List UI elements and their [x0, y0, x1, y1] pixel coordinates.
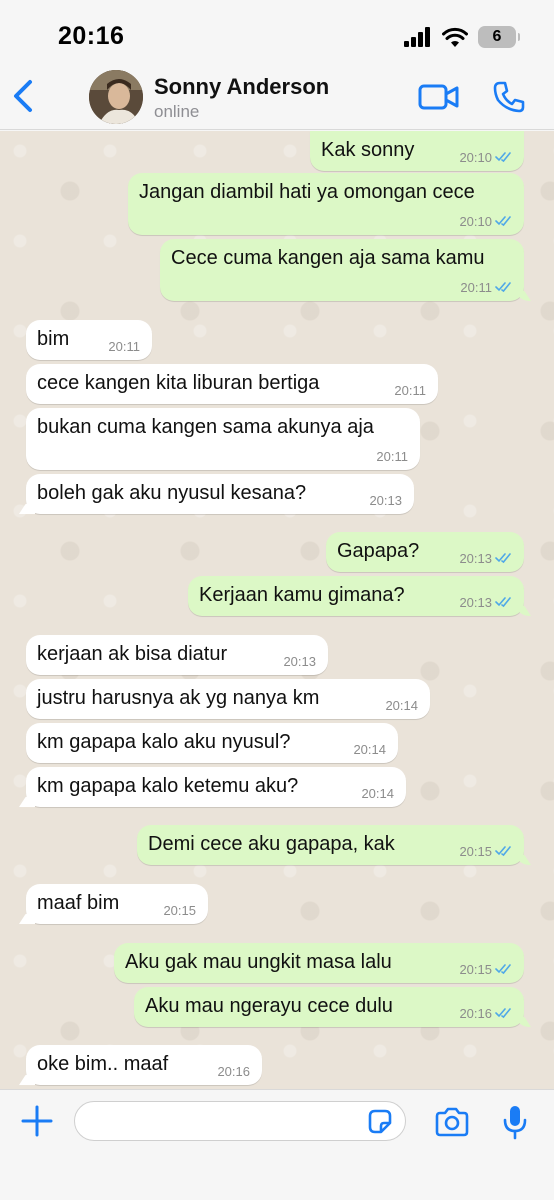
message-text: Kerjaan kamu gimana?: [199, 584, 405, 606]
message-text: Demi cece aku gapapa, kak: [148, 833, 395, 855]
message-bubble-incoming[interactable]: oke bim.. maaf 20:16: [26, 1045, 262, 1085]
contact-name[interactable]: Sonny Anderson: [154, 74, 329, 100]
message-time: 20:11: [108, 339, 140, 354]
message-time: 20:16: [459, 1006, 492, 1021]
read-ticks-icon: [495, 1008, 511, 1019]
message-bubble-incoming[interactable]: justru harusnya ak yg nanya km 20:14: [26, 679, 430, 719]
status-icons: 6: [404, 24, 520, 50]
message-time: 20:11: [394, 383, 426, 398]
microphone-button[interactable]: [502, 1104, 528, 1140]
message-input[interactable]: [74, 1101, 406, 1141]
message-text: maaf bim: [37, 892, 120, 914]
message-bubble-outgoing[interactable]: Aku gak mau ungkit masa lalu 20:15: [114, 943, 524, 983]
signal-icon: [404, 27, 430, 47]
message-time: 20:15: [163, 903, 196, 918]
read-ticks-icon: [495, 152, 511, 163]
message-text: Aku gak mau ungkit masa lalu: [125, 951, 392, 973]
message-time: 20:13: [283, 654, 316, 669]
message-bubble-outgoing[interactable]: Jangan diambil hati ya omongan cece 20:1…: [128, 173, 524, 235]
message-bubble-outgoing[interactable]: Kak sonny 20:10: [310, 131, 524, 171]
message-text: Kak sonny: [321, 139, 415, 161]
message-bubble-incoming[interactable]: cece kangen kita liburan bertiga 20:11: [26, 364, 438, 404]
contact-status: online: [154, 102, 200, 121]
read-ticks-icon: [495, 964, 511, 975]
message-time: 20:10: [459, 214, 492, 229]
read-ticks-icon: [495, 553, 511, 564]
message-time: 20:11: [460, 280, 492, 295]
message-bubble-outgoing[interactable]: Gapapa? 20:13: [326, 532, 524, 572]
video-camera-icon: [418, 84, 459, 110]
message-bubble-incoming[interactable]: boleh gak aku nyusul kesana? 20:13: [26, 474, 414, 514]
message-bubble-outgoing[interactable]: Cece cuma kangen aja sama kamu 20:11: [160, 239, 524, 301]
attach-button[interactable]: [20, 1104, 54, 1138]
sticker-icon: [368, 1109, 392, 1134]
message-time: 20:14: [361, 786, 394, 801]
avatar[interactable]: [89, 70, 143, 124]
message-bubble-incoming[interactable]: maaf bim 20:15: [26, 884, 208, 924]
message-text: Jangan diambil hati ya omongan cece: [139, 181, 475, 203]
message-text: km gapapa kalo aku nyusul?: [37, 731, 291, 753]
camera-button[interactable]: [434, 1106, 470, 1138]
video-call-button[interactable]: [418, 82, 460, 112]
back-button[interactable]: [8, 76, 38, 116]
message-time: 20:15: [459, 962, 492, 977]
message-text: boleh gak aku nyusul kesana?: [37, 482, 307, 504]
message-text: kerjaan ak bisa diatur: [37, 643, 228, 665]
chevron-left-icon: [14, 80, 32, 112]
read-ticks-icon: [495, 282, 511, 293]
message-bubble-outgoing[interactable]: Demi cece aku gapapa, kak 20:15: [137, 825, 524, 865]
chat-header: Sonny Anderson online: [0, 64, 554, 130]
message-bubble-incoming[interactable]: bukan cuma kangen sama akunya aja 20:11: [26, 408, 420, 470]
message-bubble-incoming[interactable]: km gapapa kalo aku nyusul? 20:14: [26, 723, 398, 763]
message-time: 20:14: [385, 698, 418, 713]
sticker-button[interactable]: [366, 1108, 394, 1136]
message-text: km gapapa kalo ketemu aku?: [37, 775, 299, 797]
read-ticks-icon: [495, 846, 511, 857]
message-text: cece kangen kita liburan bertiga: [37, 372, 320, 394]
read-ticks-icon: [495, 216, 511, 227]
message-bubble-incoming[interactable]: kerjaan ak bisa diatur 20:13: [26, 635, 328, 675]
message-bubble-incoming[interactable]: km gapapa kalo ketemu aku? 20:14: [26, 767, 406, 807]
read-ticks-icon: [495, 597, 511, 608]
message-time: 20:11: [376, 449, 408, 464]
message-time: 20:16: [217, 1064, 250, 1079]
message-time: 20:13: [369, 493, 402, 508]
message-bubble-incoming[interactable]: bim 20:11: [26, 320, 152, 360]
message-time: 20:15: [459, 844, 492, 859]
message-time: 20:13: [459, 551, 492, 566]
status-time: 20:16: [58, 22, 125, 50]
wifi-icon: [442, 27, 468, 47]
message-text: Aku mau ngerayu cece dulu: [145, 995, 393, 1017]
message-text: justru harusnya ak yg nanya km: [37, 687, 320, 709]
status-bar: 20:16 6: [0, 0, 554, 64]
message-text: oke bim.. maaf: [37, 1053, 169, 1075]
message-bubble-outgoing[interactable]: Kerjaan kamu gimana? 20:13: [188, 576, 524, 616]
message-time: 20:14: [353, 742, 386, 757]
message-text: bim: [37, 328, 70, 350]
input-bar: [0, 1089, 554, 1200]
message-time: 20:13: [459, 595, 492, 610]
plus-icon: [21, 1105, 53, 1137]
camera-icon: [435, 1107, 469, 1137]
message-time: 20:10: [459, 150, 492, 165]
message-bubble-outgoing[interactable]: Aku mau ngerayu cece dulu 20:16: [134, 987, 524, 1027]
message-text: bukan cuma kangen sama akunya aja: [37, 416, 374, 438]
message-text: Cece cuma kangen aja sama kamu: [171, 247, 485, 269]
voice-call-button[interactable]: [492, 80, 526, 114]
chat-area[interactable]: Kak sonny 20:10 Jangan diambil hati ya o…: [0, 131, 554, 1089]
microphone-icon: [503, 1106, 527, 1140]
contact-photo: [89, 70, 143, 124]
message-text: Gapapa?: [337, 540, 420, 562]
battery-indicator: 6: [478, 26, 520, 48]
phone-icon: [493, 81, 525, 113]
